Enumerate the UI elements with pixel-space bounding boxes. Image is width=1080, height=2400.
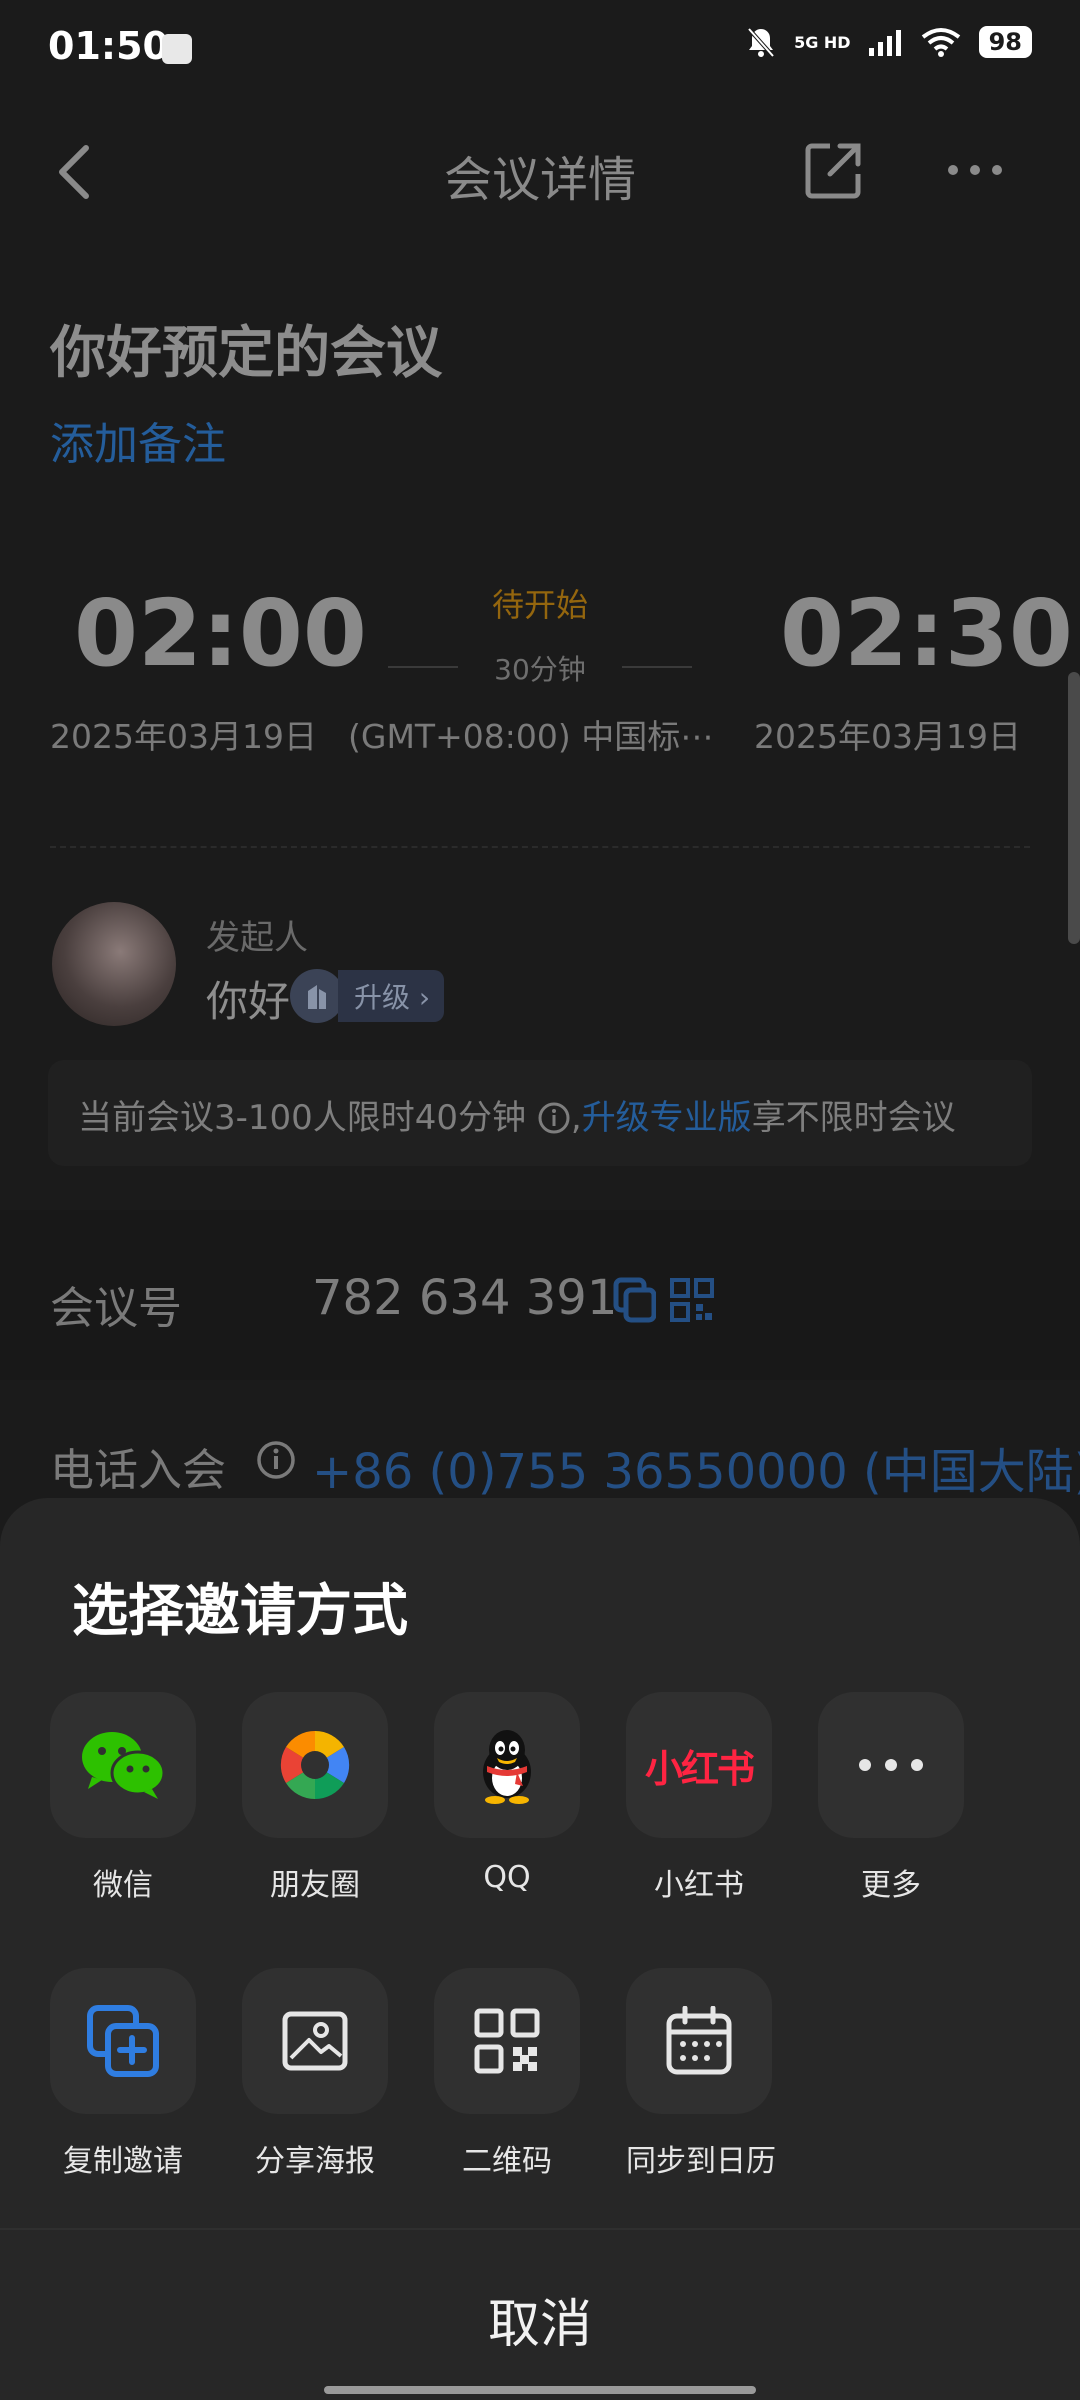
limit-suffix: 享不限时会议 — [751, 1098, 956, 1138]
copy-add-icon — [87, 2005, 159, 2077]
info-icon[interactable] — [537, 1101, 571, 1135]
share-qq-button[interactable]: QQ — [434, 1692, 580, 1895]
network-label: 5G HD — [794, 32, 851, 52]
end-time: 02:30 — [780, 580, 1073, 687]
qr-code-icon — [474, 2008, 540, 2074]
status-icons: 5G HD 98 — [746, 26, 1032, 58]
status-time: 01:50 — [48, 24, 169, 68]
moments-icon — [280, 1730, 350, 1800]
mute-bell-icon — [747, 27, 775, 58]
upgrade-label: 升级 — [354, 981, 411, 1014]
cancel-button[interactable]: 取消 — [0, 2282, 1080, 2357]
limit-notice-text: 当前会议3-100人限时40分钟 ,升级专业版享不限时会议 — [78, 1090, 956, 1139]
account-badge-icon — [290, 969, 344, 1023]
opt-label: 更多 — [861, 1868, 921, 1903]
info-icon[interactable] — [256, 1440, 296, 1480]
opt-label: 分享海报 — [255, 2144, 375, 2179]
scrollbar[interactable] — [1068, 672, 1080, 944]
xiaohongshu-logo: 小红书 — [644, 1746, 755, 1791]
upgrade-pro-link[interactable]: 升级专业版 — [582, 1098, 752, 1138]
limit-prefix: 当前会议3-100人限时40分钟 — [78, 1098, 527, 1138]
meeting-title: 你好预定的会议 — [50, 321, 442, 386]
sheet-title: 选择邀请方式 — [72, 1579, 408, 1644]
timezone[interactable]: (GMT+08:00) 中国标⋯ — [348, 710, 713, 758]
duration-line-right — [622, 666, 692, 668]
app-notification-icon — [162, 34, 192, 64]
phone-number-link[interactable]: +86 (0)755 36550000 (中国大陆) — [312, 1432, 1080, 1502]
avatar[interactable] — [52, 902, 176, 1026]
opt-label: 微信 — [93, 1868, 153, 1903]
share-icon[interactable] — [802, 140, 864, 202]
divider — [0, 2228, 1080, 2230]
more-dots-icon — [859, 1759, 923, 1771]
calendar-icon — [666, 2006, 732, 2075]
copy-icon[interactable] — [612, 1276, 656, 1324]
image-icon — [282, 2011, 348, 2071]
share-moments-button[interactable]: 朋友圈 — [242, 1692, 388, 1904]
upgrade-button[interactable]: 升级 › — [338, 970, 445, 1022]
qr-code-icon[interactable] — [670, 1276, 714, 1324]
limit-sep: , — [570, 1098, 582, 1138]
opt-label: 同步到日历 — [626, 2144, 776, 2179]
share-wechat-button[interactable]: 微信 — [50, 1692, 196, 1904]
divider — [50, 846, 1030, 849]
meeting-id: 782 634 391 — [312, 1270, 618, 1326]
opt-label: 复制邀请 — [63, 2144, 183, 2179]
end-date: 2025年03月19日 — [754, 717, 1021, 756]
qr-code-button[interactable]: 二维码 — [434, 1968, 580, 2180]
meeting-id-label: 会议号 — [50, 1283, 182, 1334]
opt-label: 朋友圈 — [270, 1868, 360, 1903]
sync-calendar-button[interactable]: 同步到日历 — [626, 1968, 776, 2180]
signal-icon — [868, 30, 901, 56]
page-title: 会议详情 — [443, 152, 636, 208]
start-date: 2025年03月19日 — [50, 717, 317, 756]
qq-icon — [483, 1730, 531, 1804]
opt-label: 小红书 — [654, 1868, 744, 1903]
host-label: 发起人 — [206, 918, 308, 958]
add-note-link[interactable]: 添加备注 — [50, 408, 226, 472]
upgrade-tag[interactable]: 升级 › — [290, 969, 445, 1023]
share-poster-button[interactable]: 分享海报 — [242, 1968, 388, 2180]
more-icon[interactable] — [945, 158, 1005, 182]
wifi-icon — [921, 28, 960, 57]
share-xiaohongshu-button[interactable]: 小红书 小红书 — [626, 1692, 772, 1904]
copy-invite-button[interactable]: 复制邀请 — [50, 1968, 196, 2180]
opt-label: QQ — [483, 1860, 531, 1895]
wechat-icon — [82, 1732, 166, 1799]
home-indicator[interactable] — [324, 2386, 756, 2394]
share-more-button[interactable]: 更多 — [818, 1692, 964, 1904]
host-name: 你好 — [206, 977, 291, 1026]
battery-indicator: 98 — [978, 26, 1032, 58]
opt-label: 二维码 — [462, 2144, 552, 2179]
phone-label: 电话入会 — [50, 1445, 226, 1496]
